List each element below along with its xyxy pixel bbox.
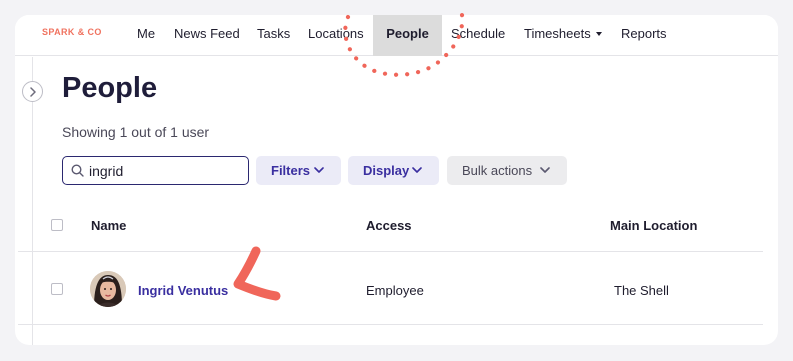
user-main-location: The Shell (614, 283, 669, 298)
search-field[interactable] (62, 156, 249, 185)
nav-item-reports[interactable]: Reports (613, 15, 675, 56)
caret-down-icon (595, 31, 602, 36)
results-count: Showing 1 out of 1 user (62, 124, 210, 140)
filters-button[interactable]: Filters (256, 156, 341, 185)
nav-item-locations[interactable]: Locations (300, 15, 372, 56)
chevron-down-icon (412, 167, 422, 173)
column-header-access[interactable]: Access (366, 218, 412, 233)
search-icon (71, 164, 84, 177)
column-header-name[interactable]: Name (91, 218, 126, 233)
chevron-right-icon (30, 87, 36, 97)
brand-logo[interactable]: SPARK & CO (42, 27, 102, 37)
display-button[interactable]: Display (348, 156, 439, 185)
nav-item-timesheets-label: Timesheets (524, 26, 591, 41)
chevron-down-icon (540, 167, 550, 173)
filters-label: Filters (271, 163, 311, 178)
nav-item-people[interactable]: People (373, 15, 442, 56)
user-access: Employee (366, 283, 424, 298)
user-name-link[interactable]: Ingrid Venutus (138, 283, 228, 298)
chevron-down-icon (314, 167, 324, 173)
nav-item-schedule[interactable]: Schedule (443, 15, 513, 56)
bulk-actions-button[interactable]: Bulk actions (447, 156, 567, 185)
search-input[interactable] (89, 161, 239, 180)
nav-item-news-feed[interactable]: News Feed (166, 15, 248, 56)
row-checkbox[interactable] (51, 283, 63, 295)
avatar-image (90, 271, 126, 307)
select-all-checkbox[interactable] (51, 219, 63, 231)
sidebar-toggle-button[interactable] (22, 81, 43, 102)
avatar (90, 271, 126, 307)
display-label: Display (363, 163, 410, 178)
nav-item-timesheets[interactable]: Timesheets (516, 15, 610, 56)
page-title: People (62, 72, 158, 104)
column-header-main-location[interactable]: Main Location (610, 218, 697, 233)
nav-item-tasks[interactable]: Tasks (249, 15, 298, 56)
nav-item-me[interactable]: Me (129, 15, 163, 56)
top-navigation: SPARK & CO Me News Feed Tasks Locations … (15, 15, 778, 56)
bulk-actions-label: Bulk actions (462, 163, 533, 178)
